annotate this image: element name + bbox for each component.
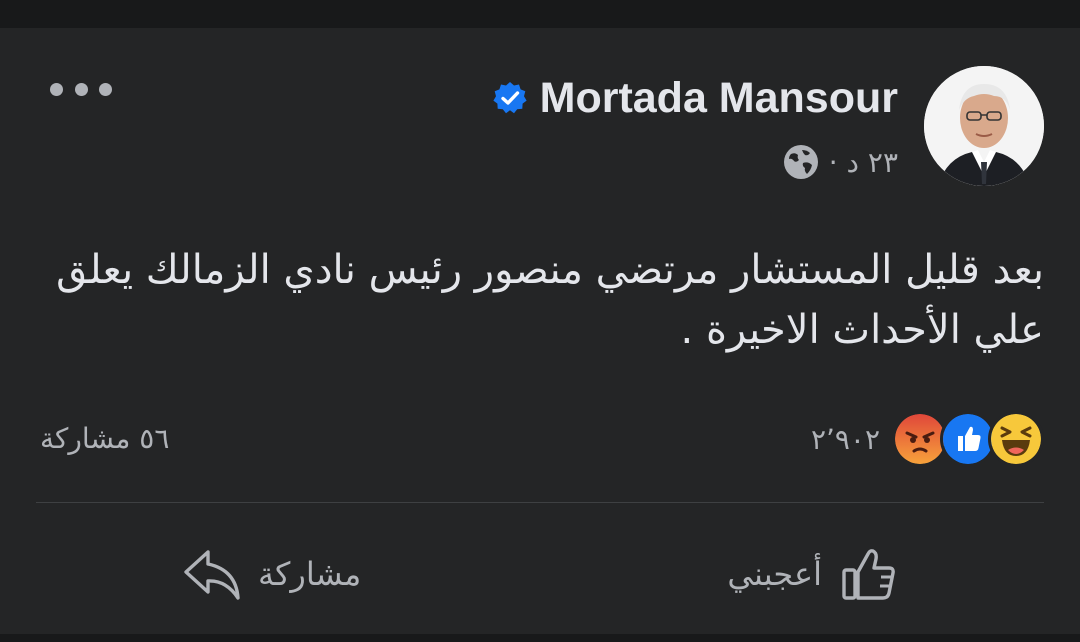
author-name[interactable]: Mortada Mansour	[540, 74, 898, 123]
like-button-label: أعجبني	[727, 555, 822, 593]
reactions-summary[interactable]: ٢٬٩٠٢	[811, 411, 1044, 467]
post-card: Mortada Mansour ٢٣ د · بعد قليل المستشار…	[0, 28, 1080, 634]
actions-divider	[36, 502, 1044, 503]
like-button[interactable]: أعجبني	[727, 536, 900, 612]
share-arrow-icon	[180, 542, 244, 606]
bottom-edge	[0, 634, 1080, 642]
haha-reaction-icon	[988, 411, 1044, 467]
author-row: Mortada Mansour	[492, 70, 898, 126]
more-dots-icon	[50, 82, 63, 96]
globe-icon	[783, 144, 819, 180]
verified-badge-icon	[492, 80, 528, 116]
more-options-button[interactable]	[50, 74, 112, 104]
thumbs-up-icon	[836, 542, 900, 606]
status-bar-area	[0, 0, 1080, 28]
share-button-label: مشاركة	[258, 555, 362, 593]
post-text: بعد قليل المستشار مرتضي منصور رئيس نادي …	[56, 247, 1044, 353]
reaction-count: ٢٬٩٠٢	[810, 422, 880, 456]
post-timestamp[interactable]: ٢٣ د ·	[829, 146, 898, 179]
post-meta: ٢٣ د ·	[783, 140, 898, 184]
share-button[interactable]: مشاركة	[180, 536, 361, 612]
author-avatar[interactable]	[924, 66, 1044, 186]
reaction-icons	[892, 411, 1044, 467]
shares-count[interactable]: ٥٦ مشاركة	[40, 418, 169, 460]
